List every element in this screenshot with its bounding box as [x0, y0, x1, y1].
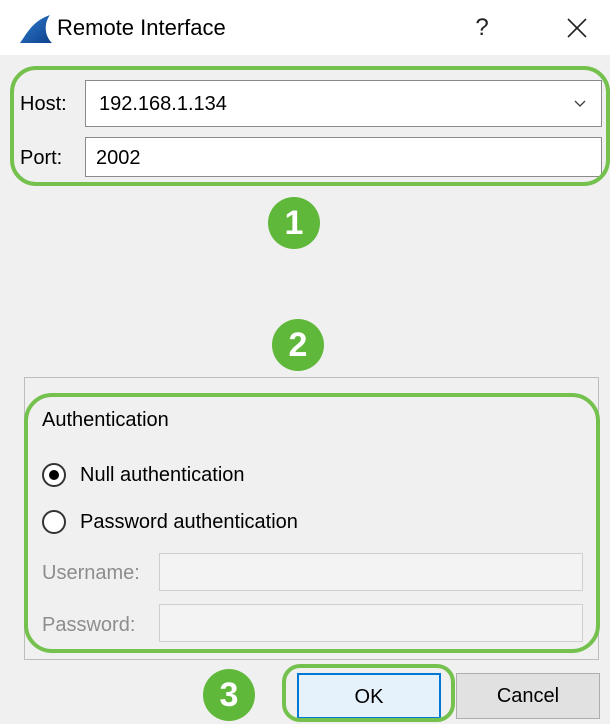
close-button[interactable]: [557, 10, 597, 46]
highlight-ok: [282, 664, 455, 722]
step-2-badge: 2: [272, 319, 324, 371]
step-3-badge: 3: [203, 669, 255, 721]
shark-fin-icon: [18, 13, 54, 45]
close-icon: [557, 18, 597, 50]
highlight-connection: [10, 66, 610, 186]
cancel-button[interactable]: Cancel: [456, 673, 600, 719]
window-title: Remote Interface: [57, 15, 226, 40]
help-button[interactable]: ?: [462, 10, 502, 46]
step-1-badge: 1: [268, 197, 320, 249]
highlight-authentication: [24, 393, 600, 653]
